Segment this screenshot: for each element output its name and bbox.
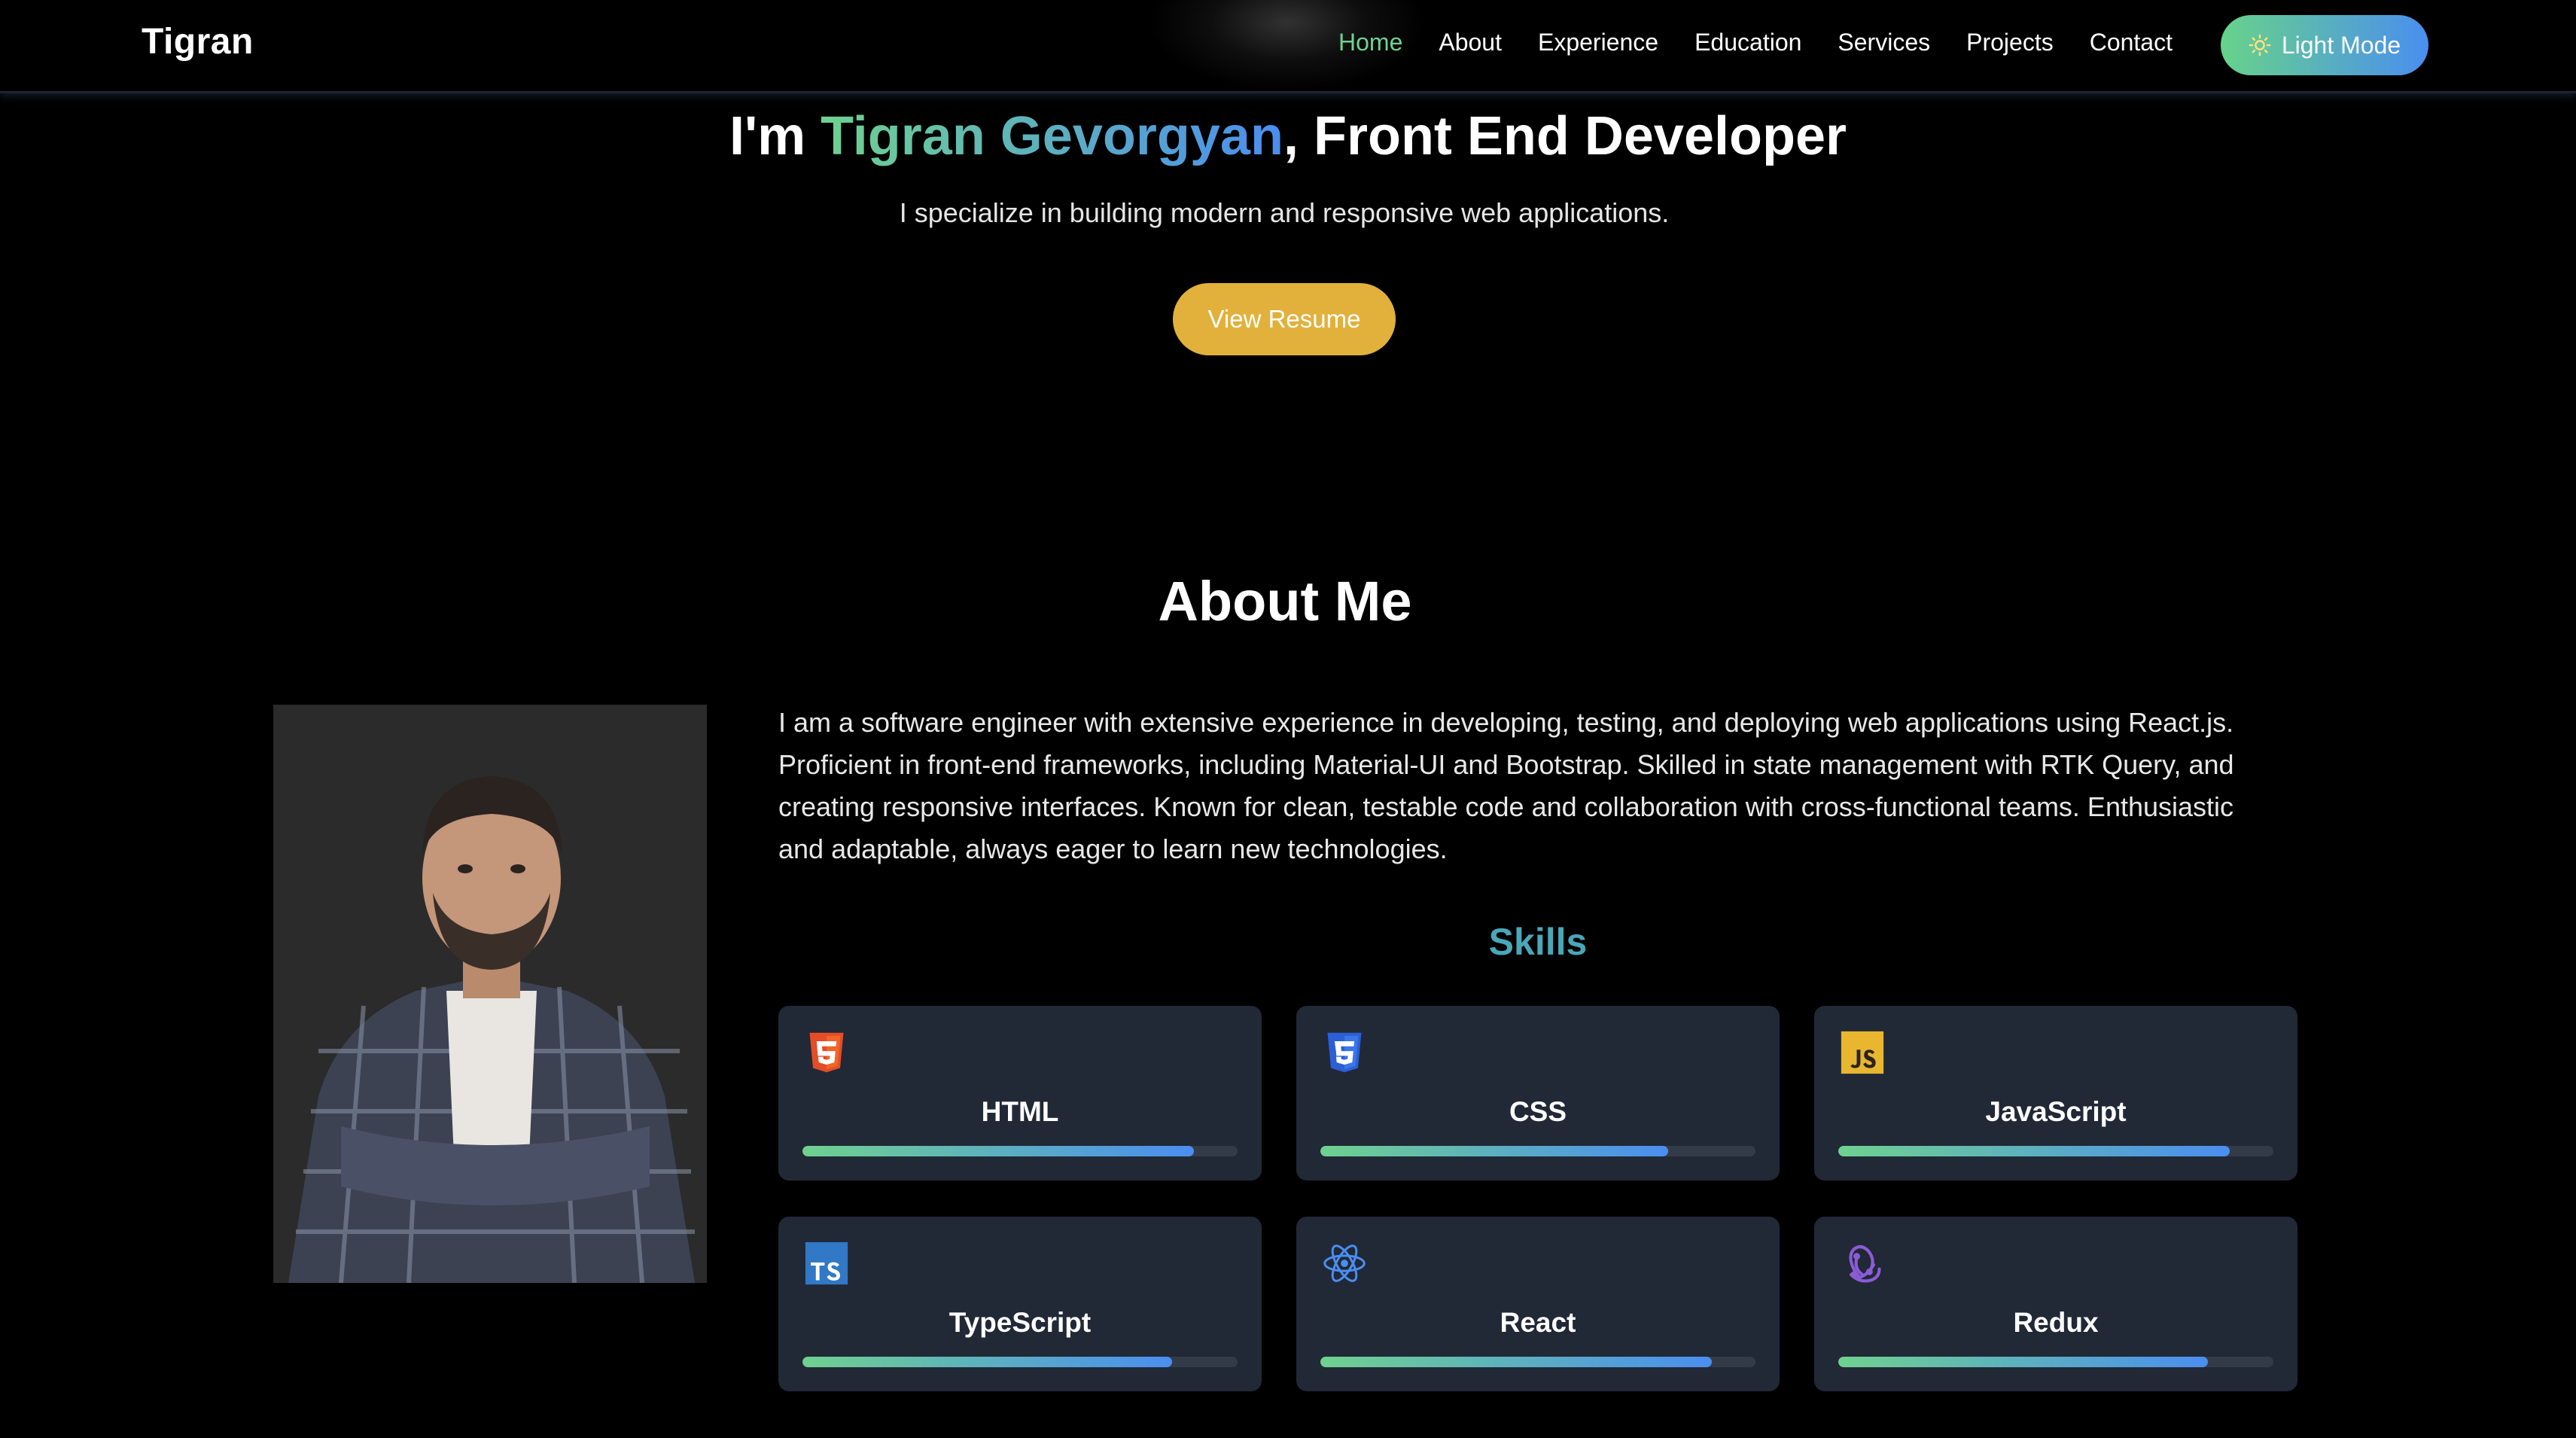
skills-title: Skills (1488, 921, 1588, 963)
navbar: Tigran Home About Experience Education S… (0, 0, 2576, 93)
skill-name: HTML (981, 1096, 1059, 1127)
skill-name: React (1500, 1307, 1576, 1338)
skill-name: CSS (1509, 1096, 1567, 1127)
skill-progress-fill (1838, 1357, 2209, 1367)
css3-icon (1322, 1030, 1367, 1075)
hero-title-suffix: , Front End Developer (1283, 106, 1847, 166)
skill-card-html: HTML (778, 1006, 1262, 1181)
hero-title: I'm Tigran Gevorgyan, Front End Develope… (0, 105, 2576, 167)
light-mode-label: Light Mode (2281, 31, 2401, 59)
skill-progress-track (1838, 1357, 2273, 1367)
nav-links: Home About Experience Education Services… (1338, 29, 2209, 56)
skill-name: JavaScript (1985, 1096, 2127, 1127)
react-icon (1322, 1241, 1367, 1286)
hero-title-prefix: I'm (729, 106, 821, 166)
skill-progress-fill (1320, 1357, 1713, 1367)
sun-icon (2249, 34, 2271, 56)
brand-logo[interactable]: Tigran (142, 21, 254, 62)
skill-card-typescript: TypeScript (778, 1217, 1262, 1391)
skill-name: Redux (2013, 1307, 2099, 1338)
redux-icon (1840, 1241, 1885, 1286)
about-title: About Me (1158, 570, 1412, 632)
about-description: I am a software engineer with extensive … (778, 707, 2234, 864)
hero-subtitle: I specialize in building modern and resp… (899, 197, 1670, 228)
skill-card-react: React (1296, 1217, 1780, 1391)
skill-progress-fill (802, 1146, 1195, 1156)
nav-link-education[interactable]: Education (1694, 29, 1801, 56)
skill-progress-track (802, 1146, 1238, 1156)
skill-progress-fill (1838, 1146, 2230, 1156)
skill-card-javascript: JavaScript (1814, 1006, 2297, 1181)
profile-photo (273, 705, 707, 1283)
nav-link-about[interactable]: About (1439, 29, 1502, 56)
skill-progress-fill (1320, 1146, 1669, 1156)
hero-name: Tigran Gevorgyan (821, 106, 1283, 166)
skill-progress-track (1320, 1357, 1755, 1367)
html5-icon (804, 1030, 849, 1075)
skill-card-css: CSS (1296, 1006, 1780, 1181)
skill-progress-fill (802, 1357, 1173, 1367)
view-resume-button[interactable]: View Resume (1173, 283, 1396, 355)
nav-link-services[interactable]: Services (1838, 29, 1930, 56)
nav-link-contact[interactable]: Contact (2090, 29, 2173, 56)
nav-link-experience[interactable]: Experience (1538, 29, 1658, 56)
typescript-icon (804, 1241, 849, 1286)
javascript-icon (1840, 1030, 1885, 1075)
skill-progress-track (1838, 1146, 2273, 1156)
nav-link-projects[interactable]: Projects (1966, 29, 2054, 56)
skill-progress-track (1320, 1146, 1755, 1156)
light-mode-button[interactable]: Light Mode (2221, 15, 2428, 75)
nav-link-home[interactable]: Home (1338, 29, 1402, 56)
skill-name: TypeScript (948, 1307, 1092, 1338)
skill-progress-track (802, 1357, 1238, 1367)
skill-card-redux: Redux (1814, 1217, 2297, 1391)
